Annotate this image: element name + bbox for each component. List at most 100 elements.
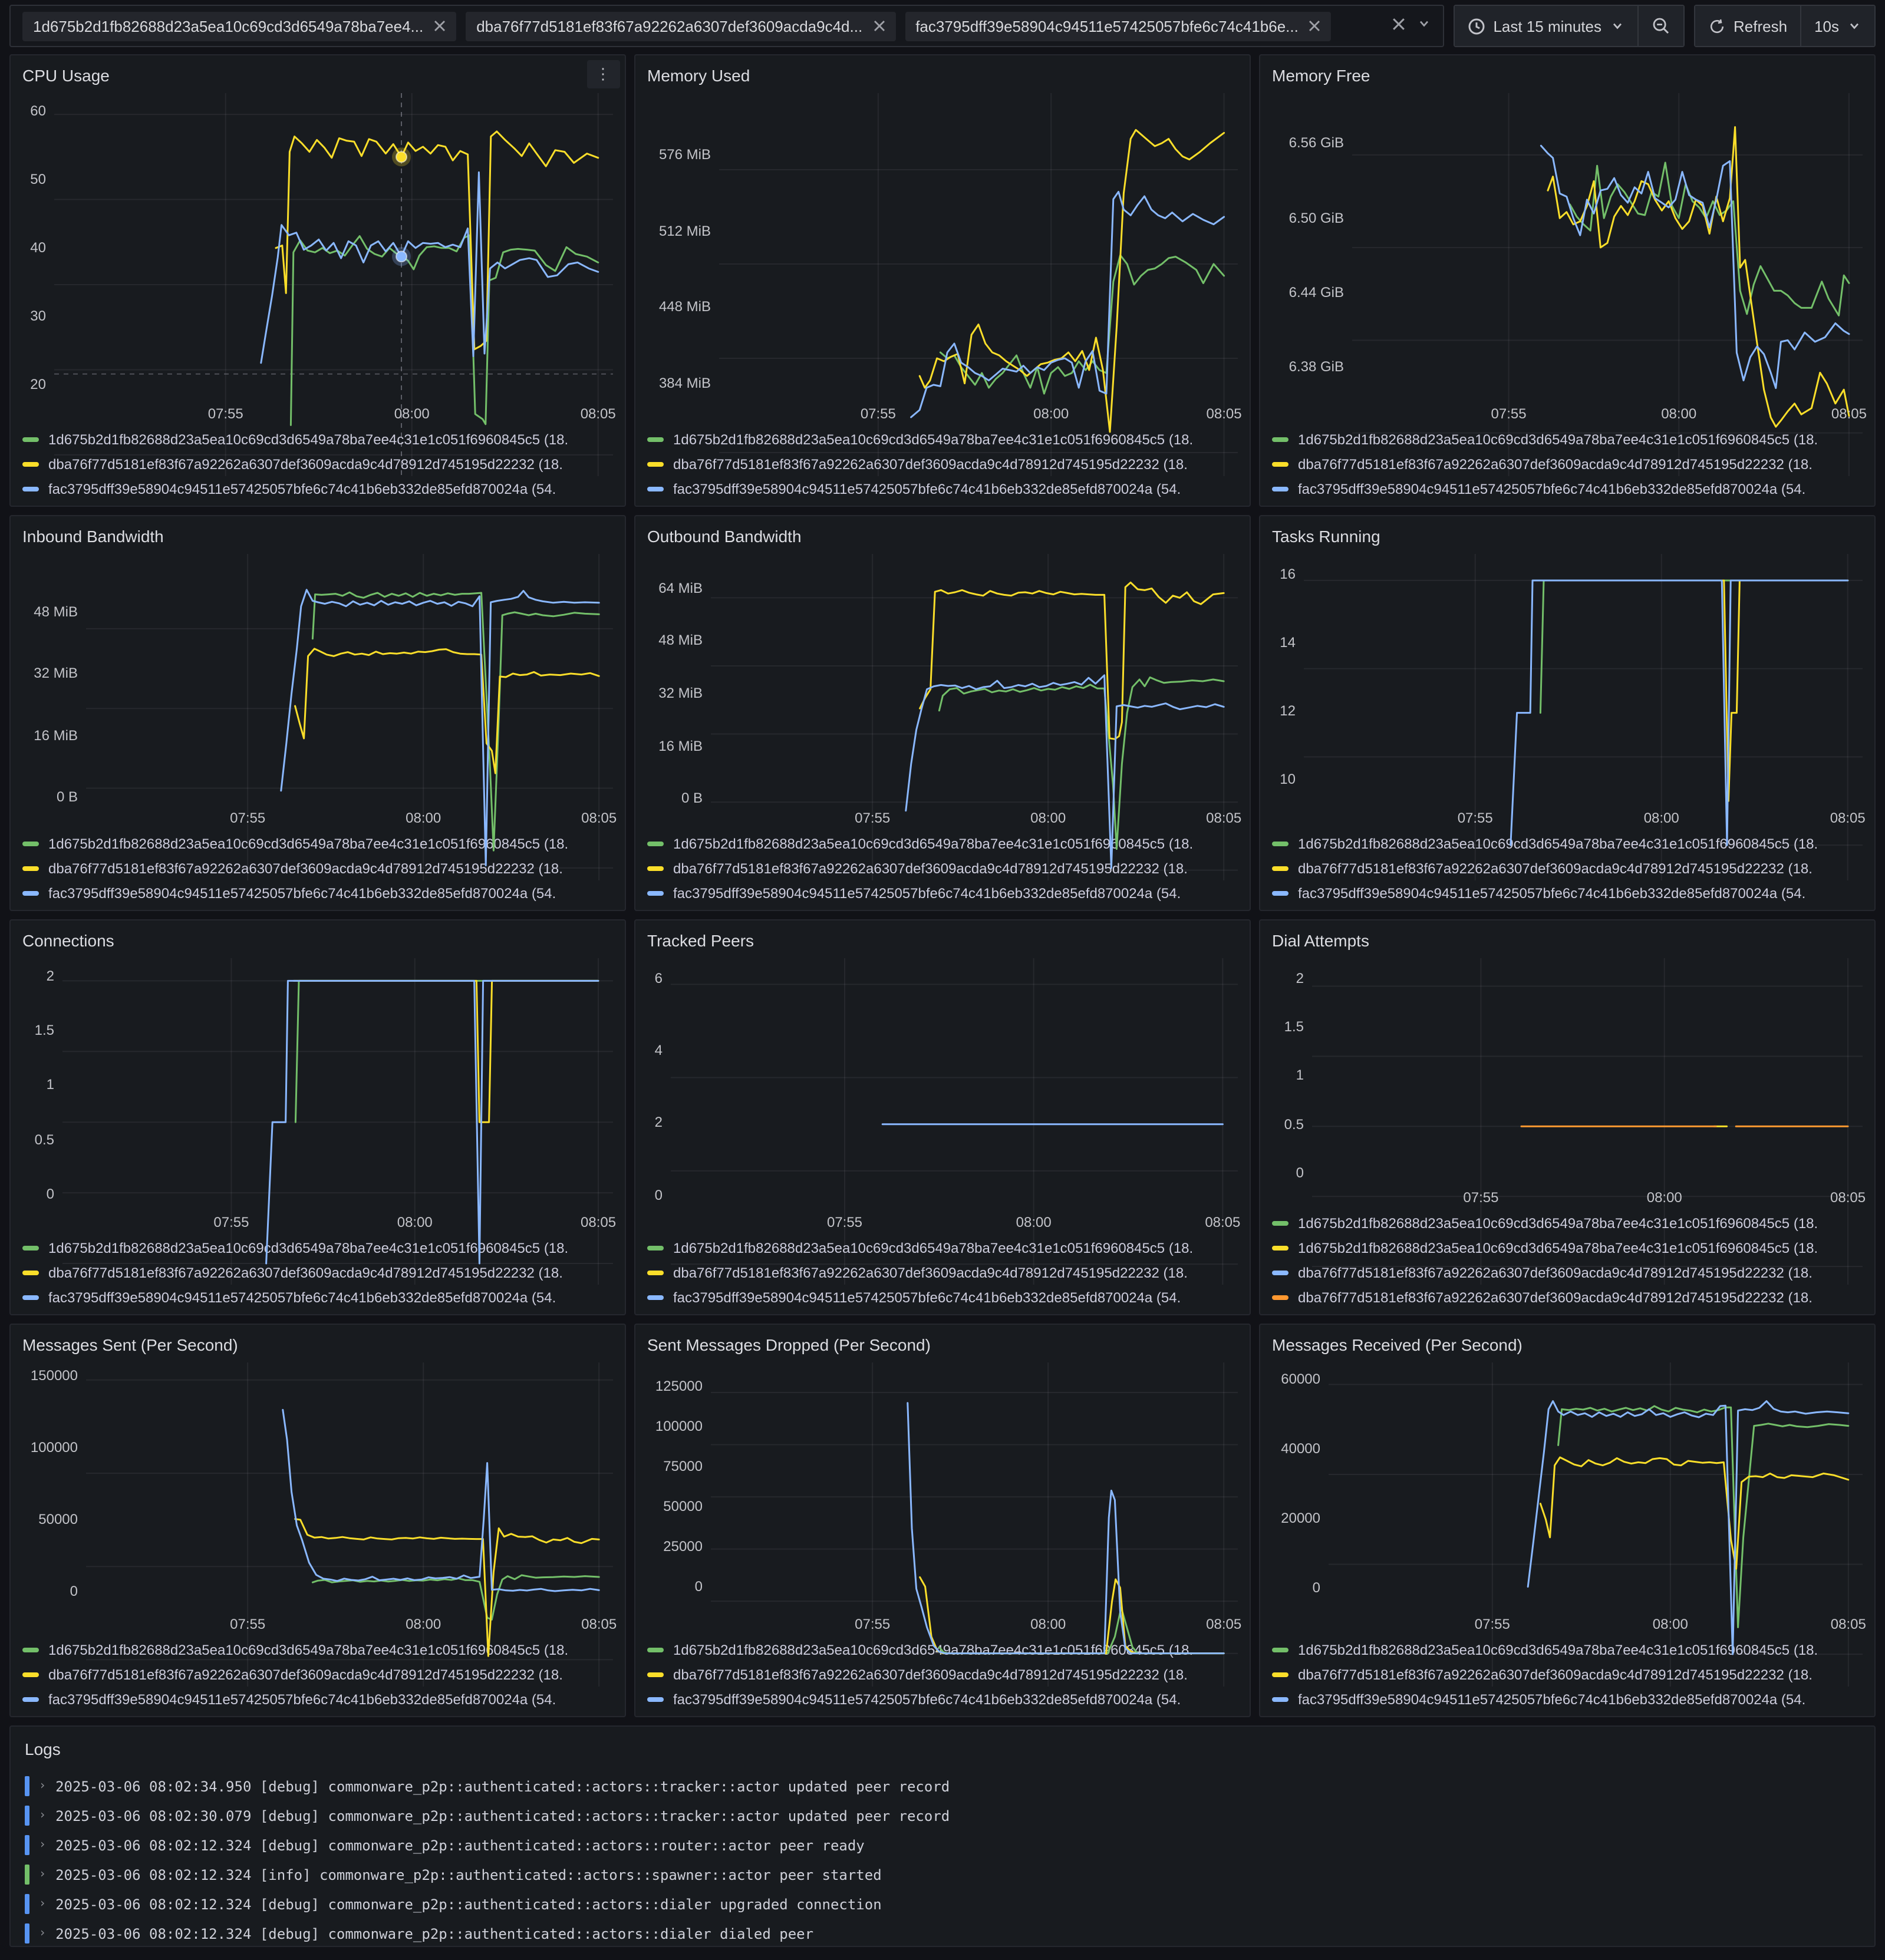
- remove-filter-icon[interactable]: [434, 20, 446, 32]
- legend-item[interactable]: fac3795dff39e58904c94511e57425057bfe6c74…: [647, 880, 1238, 905]
- legend-swatch: [22, 1245, 39, 1250]
- legend-swatch: [647, 890, 664, 895]
- chart-canvas[interactable]: [711, 554, 1238, 880]
- filter-select[interactable]: 1d675b2d1fb82688d23a5ea10c69cd3d6549a78b…: [9, 5, 1444, 47]
- x-axis: 07:55 08:00 08:05: [62, 1210, 616, 1234]
- chart-canvas[interactable]: [62, 958, 613, 1285]
- x-tick-label: 08:00: [1030, 810, 1066, 826]
- log-expand-icon[interactable]: ›: [39, 1839, 46, 1852]
- legend-item[interactable]: fac3795dff39e58904c94511e57425057bfe6c74…: [1272, 880, 1863, 905]
- x-tick-label: 08:05: [581, 810, 617, 826]
- chart-canvas[interactable]: [86, 554, 613, 880]
- y-tick-label: 16: [1280, 566, 1296, 583]
- panel-title[interactable]: Outbound Bandwidth: [647, 527, 802, 546]
- log-row[interactable]: › 2025-03-06 08:02:30.079 [debug] commonw…: [25, 1801, 1860, 1830]
- filter-chip[interactable]: fac3795dff39e58904c94511e57425057bfe6c74…: [905, 11, 1332, 41]
- legend-swatch: [1272, 1220, 1288, 1225]
- y-tick-label: 2: [46, 967, 54, 984]
- panel-title[interactable]: Logs: [25, 1740, 61, 1758]
- log-level-bar: [25, 1923, 29, 1943]
- y-tick-label: 20000: [1281, 1510, 1320, 1527]
- panel-title[interactable]: Messages Sent (Per Second): [22, 1335, 238, 1354]
- chart-canvas[interactable]: [54, 93, 613, 476]
- log-expand-icon[interactable]: ›: [39, 1780, 46, 1793]
- chart-canvas[interactable]: [1352, 93, 1863, 476]
- panel-inbound-bandwidth: Inbound Bandwidth 48 MiB 32 MiB 16 MiB 0 B …: [9, 515, 626, 911]
- y-tick-label: 576 MiB: [658, 146, 711, 163]
- legend-item[interactable]: fac3795dff39e58904c94511e57425057bfe6c74…: [647, 1285, 1238, 1309]
- chart-canvas[interactable]: [1312, 958, 1863, 1285]
- chart-canvas[interactable]: [1329, 1362, 1863, 1687]
- legend-item[interactable]: fac3795dff39e58904c94511e57425057bfe6c74…: [1272, 1687, 1863, 1711]
- y-tick-label: 12: [1280, 702, 1296, 720]
- log-row[interactable]: › 2025-03-06 08:02:12.324 [debug] commonw…: [25, 1830, 1860, 1860]
- panel-title[interactable]: Memory Free: [1272, 66, 1370, 85]
- chart-canvas[interactable]: [719, 93, 1238, 476]
- refresh-button[interactable]: Refresh: [1693, 5, 1802, 47]
- legend-label: fac3795dff39e58904c94511e57425057bfe6c74…: [673, 1691, 1181, 1707]
- y-tick-label: 14: [1280, 634, 1296, 651]
- zoom-out-button[interactable]: [1638, 5, 1684, 47]
- log-expand-icon[interactable]: ›: [39, 1927, 46, 1940]
- filter-chip[interactable]: dba76f77d5181ef83f67a92262a6307def3609ac…: [466, 11, 896, 41]
- dashboard-grid: CPU Usage ⋮ 60 50 40 30 20 07:55 08:00 08:05 1…: [9, 54, 1876, 1717]
- legend-item[interactable]: fac3795dff39e58904c94511e57425057bfe6c74…: [22, 1687, 613, 1711]
- y-tick-label: 0.5: [1284, 1116, 1304, 1133]
- refresh-interval-button[interactable]: 10s: [1801, 5, 1876, 47]
- panel-title[interactable]: Tasks Running: [1272, 527, 1380, 546]
- legend-item[interactable]: fac3795dff39e58904c94511e57425057bfe6c74…: [1272, 476, 1863, 501]
- chart-canvas[interactable]: [711, 1362, 1238, 1687]
- log-message: 2025-03-06 08:02:34.950 [debug] commonwa…: [55, 1778, 950, 1794]
- panel-title[interactable]: Sent Messages Dropped (Per Second): [647, 1335, 931, 1354]
- y-tick-label: 2: [1296, 969, 1304, 986]
- panel-tracked-peers: Tracked Peers 6420 07:55 08:00 08:05 1d675…: [634, 919, 1251, 1315]
- y-tick-label: 10: [1280, 770, 1296, 787]
- y-axis: 125000 100000 75000 50000 25000 0: [647, 1362, 711, 1612]
- y-tick-label: 448 MiB: [658, 298, 711, 315]
- log-row[interactable]: › 2025-03-06 08:02:12.324 [info] commonwa…: [25, 1860, 1860, 1889]
- filter-chip[interactable]: 1d675b2d1fb82688d23a5ea10c69cd3d6549a78b…: [22, 11, 457, 41]
- legend-swatch: [22, 1647, 39, 1652]
- panel-title[interactable]: CPU Usage: [22, 66, 110, 85]
- legend-item[interactable]: fac3795dff39e58904c94511e57425057bfe6c74…: [647, 476, 1238, 501]
- y-tick-label: 0: [1312, 1579, 1320, 1596]
- legend-item[interactable]: fac3795dff39e58904c94511e57425057bfe6c74…: [22, 1285, 613, 1309]
- panel-title[interactable]: Connections: [22, 931, 114, 950]
- y-axis: 6.56 GiB 6.50 GiB 6.44 GiB 6.38 GiB: [1272, 93, 1352, 402]
- legend-item[interactable]: dba76f77d5181ef83f67a92262a6307def3609ac…: [1272, 1285, 1863, 1309]
- log-level-bar: [25, 1894, 29, 1914]
- y-axis: 2 1.5 1 0.5 0: [22, 958, 62, 1210]
- panel-title[interactable]: Inbound Bandwidth: [22, 527, 164, 546]
- x-tick-label: 08:05: [581, 1616, 617, 1632]
- log-expand-icon[interactable]: ›: [39, 1898, 46, 1910]
- legend-label: fac3795dff39e58904c94511e57425057bfe6c74…: [673, 1289, 1181, 1305]
- panel-cpu-usage: CPU Usage ⋮ 60 50 40 30 20 07:55 08:00 08:05 1…: [9, 54, 626, 507]
- legend-item[interactable]: fac3795dff39e58904c94511e57425057bfe6c74…: [22, 880, 613, 905]
- log-expand-icon[interactable]: ›: [39, 1809, 46, 1822]
- x-tick-label: 08:05: [1205, 1214, 1241, 1230]
- remove-filter-icon[interactable]: [1309, 20, 1321, 32]
- chevron-down-icon[interactable]: [1416, 15, 1431, 37]
- legend-swatch: [1272, 841, 1288, 846]
- legend-item[interactable]: fac3795dff39e58904c94511e57425057bfe6c74…: [22, 476, 613, 501]
- log-row[interactable]: › 2025-03-06 08:02:12.324 [debug] commonw…: [25, 1919, 1860, 1946]
- remove-filter-icon[interactable]: [873, 20, 885, 32]
- panel-dial-attempts: Dial Attempts 2 1.5 1 0.5 0 07:55 08:00 08:05 …: [1259, 919, 1876, 1315]
- filter-chip-label: fac3795dff39e58904c94511e57425057bfe6c74…: [915, 17, 1299, 35]
- y-tick-label: 0.5: [34, 1131, 54, 1148]
- chart-canvas[interactable]: [671, 958, 1238, 1285]
- chart-canvas[interactable]: [86, 1362, 613, 1687]
- x-tick-label: 07:55: [230, 1616, 266, 1632]
- log-expand-icon[interactable]: ›: [39, 1868, 46, 1881]
- panel-title[interactable]: Memory Used: [647, 66, 750, 85]
- clear-filters-icon[interactable]: [1392, 15, 1405, 37]
- log-row[interactable]: › 2025-03-06 08:02:12.324 [debug] commonw…: [25, 1889, 1860, 1919]
- log-row[interactable]: › 2025-03-06 08:02:34.950 [debug] commonw…: [25, 1771, 1860, 1801]
- legend-item[interactable]: fac3795dff39e58904c94511e57425057bfe6c74…: [647, 1687, 1238, 1711]
- panel-title[interactable]: Tracked Peers: [647, 931, 754, 950]
- panel-title[interactable]: Dial Attempts: [1272, 931, 1369, 950]
- panel-title[interactable]: Messages Received (Per Second): [1272, 1335, 1522, 1354]
- chart-canvas[interactable]: [1304, 554, 1863, 880]
- panel-menu-icon[interactable]: ⋮: [587, 60, 620, 88]
- time-range-button[interactable]: Last 15 minutes: [1453, 5, 1638, 47]
